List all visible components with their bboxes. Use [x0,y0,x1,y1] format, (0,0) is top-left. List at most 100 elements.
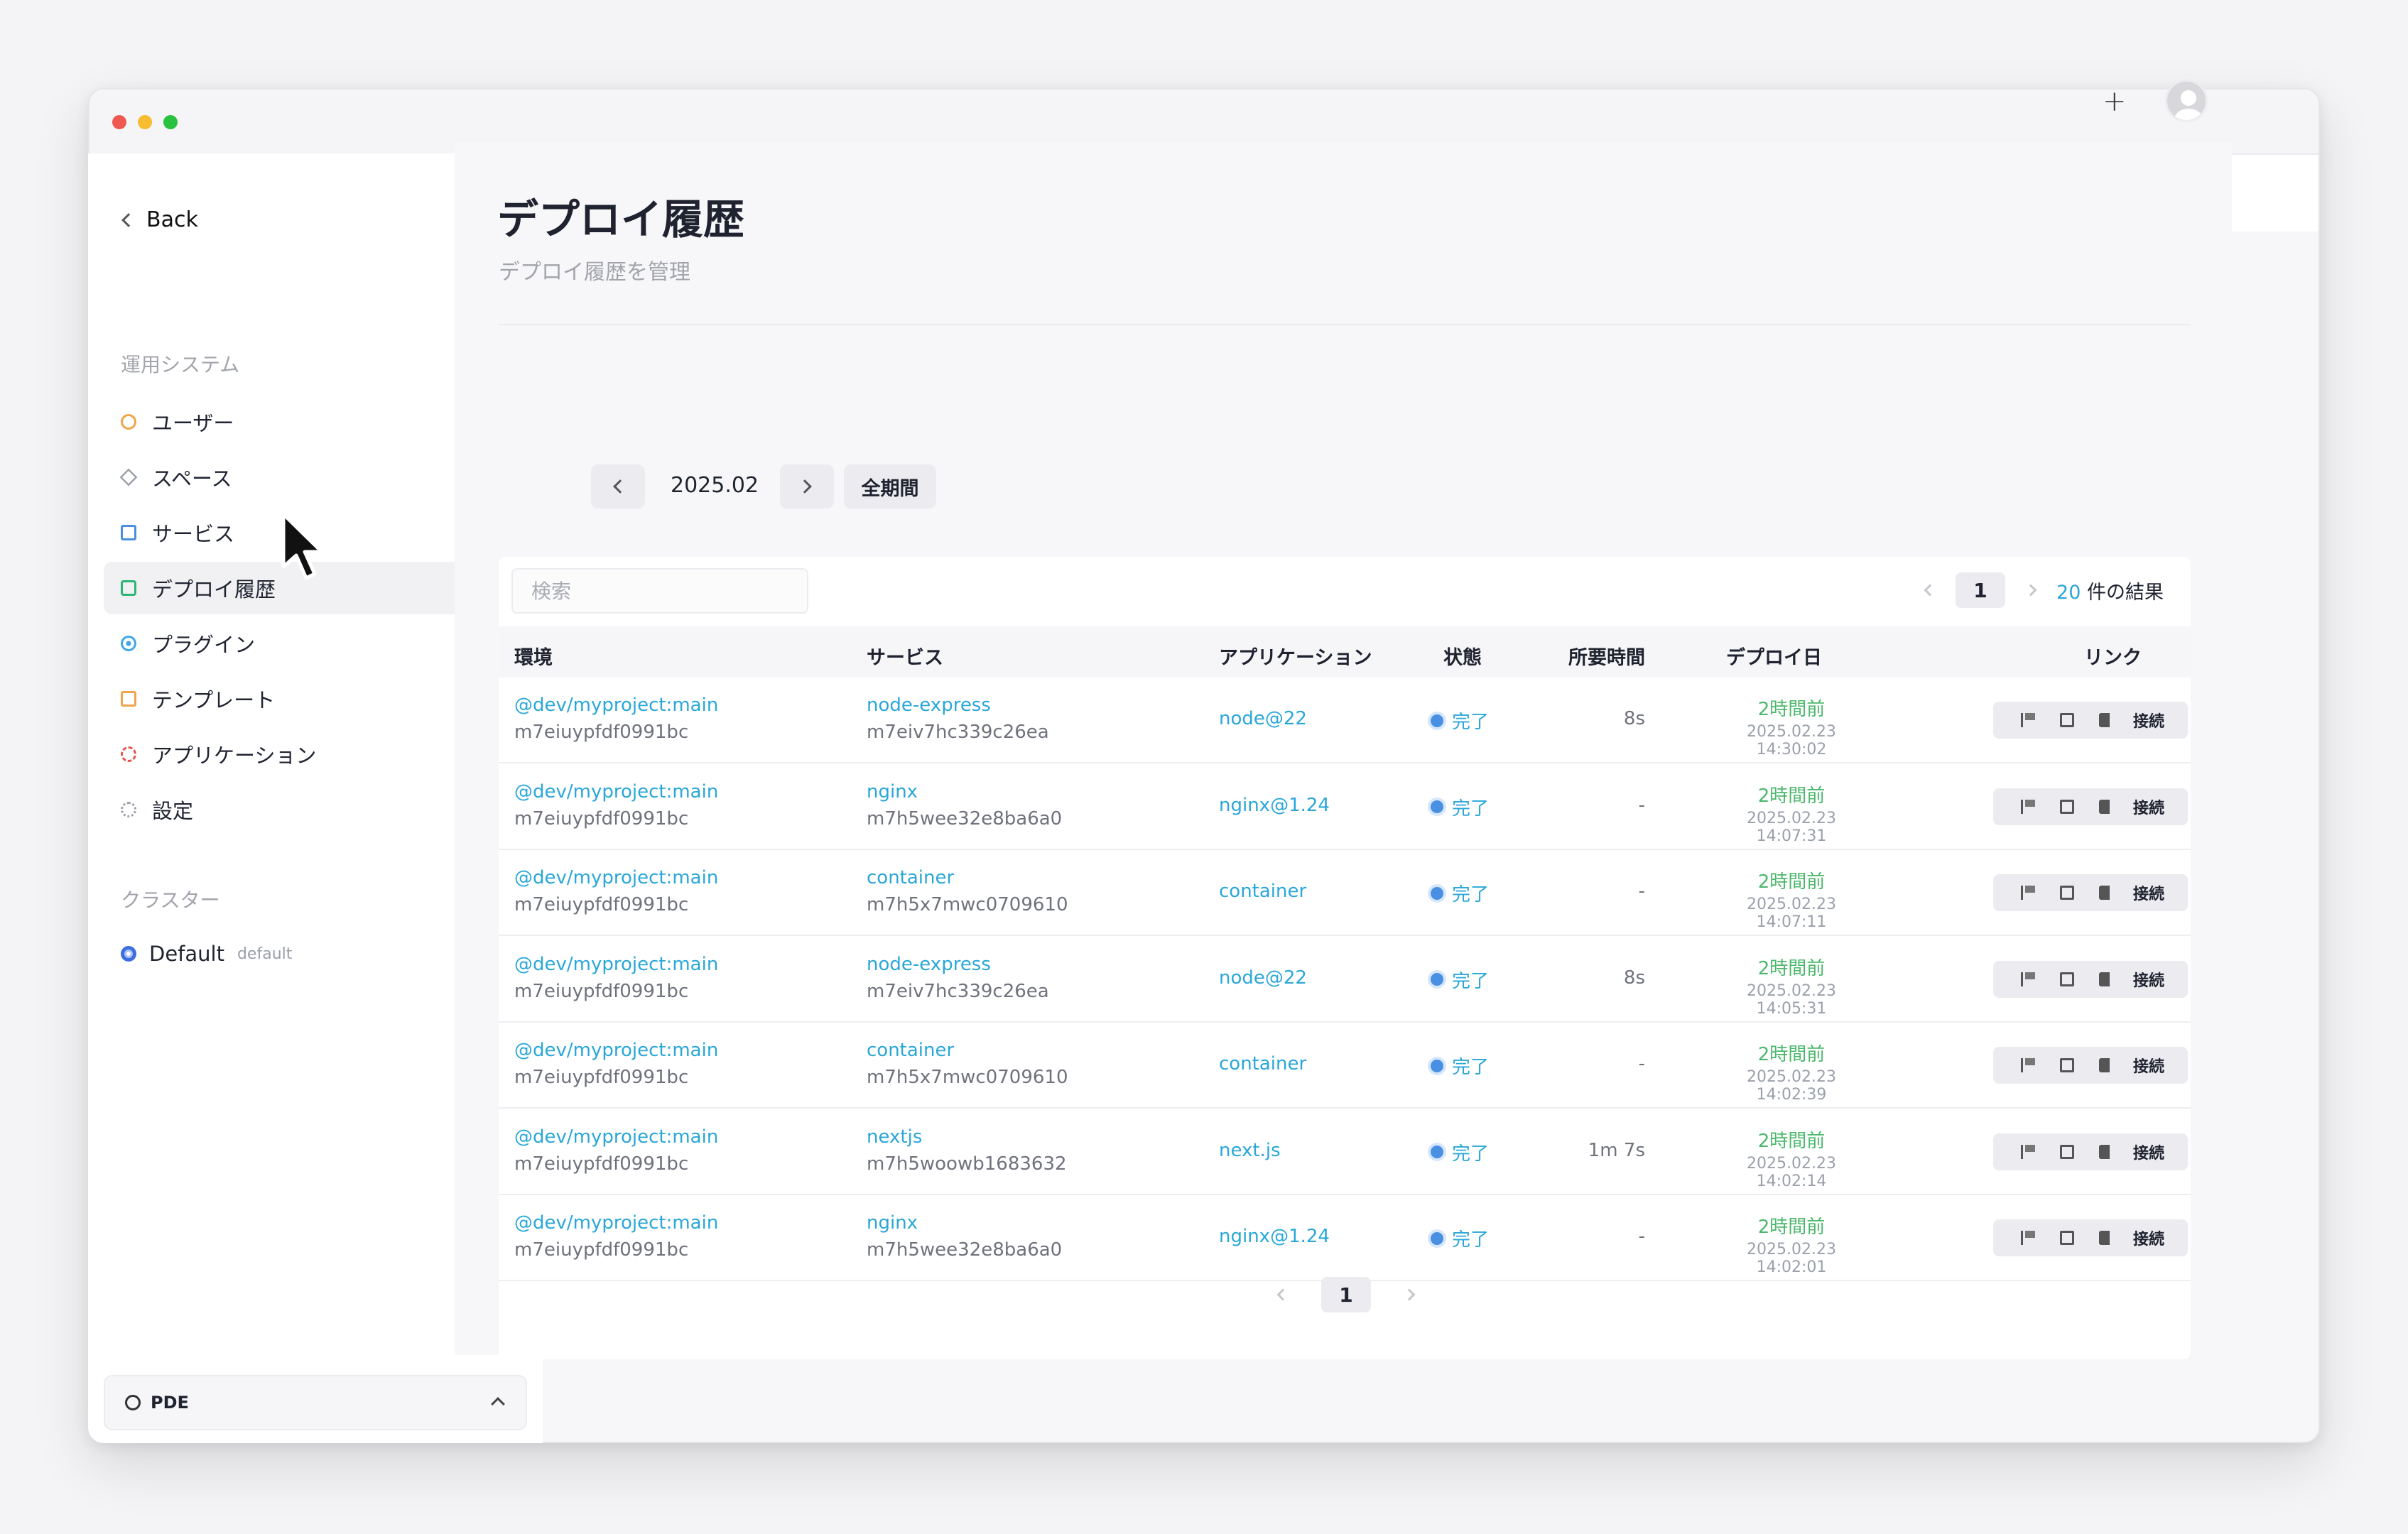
service-id: m7h5woowb1683632 [867,1153,1067,1175]
env-link[interactable]: @dev/myproject:main [514,867,718,888]
table-row: @dev/myproject:main m7eiuypfdf0991bc nginx… [499,764,2191,850]
header-env: 環境 [514,647,553,669]
table-row: @dev/myproject:main m7eiuypfdf0991bc conta… [499,1023,2191,1109]
flag-icon[interactable] [2021,1144,2036,1159]
next-page-icon[interactable] [1403,1288,1416,1301]
status-badge: 完了 [1431,880,1489,906]
prev-page-icon[interactable] [1924,584,1936,597]
status-badge: 完了 [1431,967,1489,993]
deploy-relative-time: 2時間前 [1757,957,1826,979]
env-id: m7eiuypfdf0991bc [514,1239,689,1261]
connect-button[interactable]: 接続 [2110,960,2188,998]
table-row: @dev/myproject:main m7eiuypfdf0991bc node-… [499,678,2191,763]
service-id: m7h5x7mwc0709610 [867,894,1068,915]
env-link[interactable]: @dev/myproject:main [514,781,718,803]
flag-icon[interactable] [2021,713,2036,727]
env-link[interactable]: @dev/myproject:main [514,954,718,975]
env-id: m7eiuypfdf0991bc [514,1153,689,1175]
status-badge: 完了 [1431,1139,1489,1165]
env-link[interactable]: @dev/myproject:main [514,695,718,716]
document-icon[interactable] [2059,713,2074,727]
application-link[interactable]: nginx@1.24 [1219,1226,1330,1247]
next-page-icon[interactable] [2024,584,2037,597]
header-service: サービス [867,647,943,669]
connect-button[interactable]: 接続 [2110,788,2188,825]
env-link[interactable]: @dev/myproject:main [514,1126,718,1148]
service-link[interactable]: node-express [867,695,991,716]
table-row: @dev/myproject:main m7eiuypfdf0991bc node-… [499,937,2191,1023]
service-link[interactable]: container [867,867,954,888]
next-period-button[interactable] [780,464,834,508]
status-label: 完了 [1452,970,1490,992]
flag-icon[interactable] [2021,1058,2036,1072]
current-page-button[interactable]: 1 [1321,1277,1371,1312]
connect-button[interactable]: 接続 [2110,874,2188,911]
service-link[interactable]: nextjs [867,1126,922,1148]
document-icon[interactable] [2059,1231,2074,1245]
search-input[interactable] [511,568,808,614]
service-link[interactable]: nginx [867,1212,918,1234]
current-page-button[interactable]: 1 [1956,572,2006,608]
add-button[interactable]: + [2103,85,2127,118]
document-icon[interactable] [2059,1058,2074,1072]
result-count: 20 [2056,581,2081,604]
service-link[interactable]: container [867,1040,954,1061]
document-icon[interactable] [2059,799,2074,814]
application-link[interactable]: container [1219,881,1306,902]
env-id: m7eiuypfdf0991bc [514,722,689,743]
deploy-date: 2025.02.23 14:02:14 [1747,1154,1836,1190]
close-window-button[interactable] [112,115,126,129]
prev-page-icon[interactable] [1276,1288,1289,1301]
status-dot-icon [1431,800,1443,813]
table-row: @dev/myproject:main m7eiuypfdf0991bc nextj… [499,1109,2191,1195]
prev-period-button[interactable] [591,464,645,508]
status-dot-icon [1431,1146,1443,1158]
table-header: 環境 サービス アプリケーション 状態 所要時間 デプロイ日 リンク [499,626,2191,678]
duration: - [1638,881,1645,902]
connect-button[interactable]: 接続 [2110,702,2188,739]
application-link[interactable]: node@22 [1219,967,1307,989]
deploy-date: 2025.02.23 14:07:11 [1747,896,1836,931]
service-id: m7eiv7hc339c26ea [867,722,1049,743]
mouse-cursor-icon [281,512,324,580]
status-badge: 完了 [1431,1225,1489,1251]
application-link[interactable]: next.js [1219,1140,1281,1161]
header-duration: 所要時間 [1568,647,1645,669]
application-link[interactable]: nginx@1.24 [1219,795,1330,816]
maximize-window-button[interactable] [163,115,178,129]
document-icon[interactable] [2059,972,2074,986]
flag-icon[interactable] [2021,1231,2036,1245]
result-suffix: 件の結果 [2087,581,2164,604]
chevron-right-icon [798,479,812,494]
env-link[interactable]: @dev/myproject:main [514,1212,718,1234]
status-dot-icon [1431,714,1443,727]
all-period-button[interactable]: 全期間 [844,464,936,508]
flag-icon[interactable] [2021,799,2036,814]
status-label: 完了 [1452,712,1490,733]
service-id: m7h5wee32e8ba6a0 [867,1239,1063,1261]
status-badge: 完了 [1431,1052,1489,1079]
period-label: 2025.02 [671,473,759,498]
application-link[interactable]: node@22 [1219,708,1307,729]
document-icon[interactable] [2059,886,2074,900]
service-link[interactable]: nginx [867,781,918,803]
connect-button[interactable]: 接続 [2110,1047,2188,1084]
connect-button[interactable]: 接続 [2110,1219,2188,1256]
deploy-date: 2025.02.23 14:07:31 [1747,809,1836,845]
page-title: デプロイ履歴 [497,195,745,244]
minimize-window-button[interactable] [138,115,152,129]
status-label: 完了 [1452,1229,1490,1251]
flag-icon[interactable] [2021,972,2036,986]
service-link[interactable]: node-express [867,954,991,975]
connect-button[interactable]: 接続 [2110,1133,2188,1170]
deploy-relative-time: 2時間前 [1757,1130,1826,1152]
application-link[interactable]: container [1219,1053,1306,1075]
avatar[interactable] [2165,80,2208,122]
env-link[interactable]: @dev/myproject:main [514,1040,718,1061]
status-label: 完了 [1452,1057,1490,1078]
status-label: 完了 [1452,798,1490,820]
status-label: 完了 [1452,884,1490,905]
document-icon[interactable] [2059,1144,2074,1159]
flag-icon[interactable] [2021,886,2036,900]
env-id: m7eiuypfdf0991bc [514,894,689,915]
